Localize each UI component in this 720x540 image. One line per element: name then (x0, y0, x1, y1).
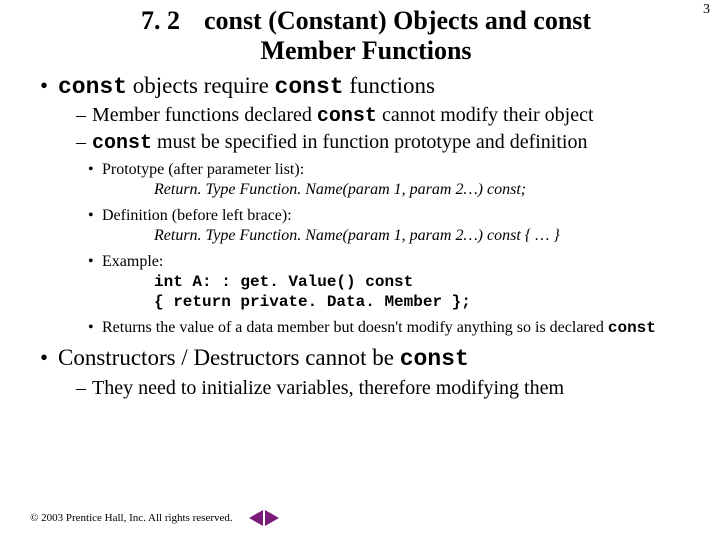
dash-list: Member functions declared const cannot m… (76, 103, 702, 156)
footer: © 2003 Prentice Hall, Inc. All rights re… (30, 510, 279, 526)
text: objects require (127, 73, 275, 98)
dash-item: They need to initialize variables, there… (76, 376, 702, 400)
example-code-line2: { return private. Data. Member }; (154, 292, 702, 312)
prev-icon[interactable] (249, 510, 263, 526)
section-number: 7. 2 (141, 6, 180, 36)
code-const: const (275, 74, 344, 100)
code-const: const (58, 74, 127, 100)
page-number: 3 (703, 2, 710, 18)
bullet-list: const objects require const functions Me… (40, 72, 702, 400)
title-line1: const (Constant) Objects and const (204, 6, 591, 35)
slide-title: 7. 2 const (Constant) Objects and const M… (30, 6, 702, 66)
code-const: const (608, 319, 656, 337)
text: Constructors / Destructors cannot be (58, 345, 400, 370)
label: Example: (102, 253, 163, 270)
prototype-code: Return. Type Function. Name(param 1, par… (154, 180, 702, 200)
definition-code: Return. Type Function. Name(param 1, par… (154, 226, 702, 246)
dash-list: They need to initialize variables, there… (76, 376, 702, 400)
dash-item: Member functions declared const cannot m… (76, 103, 702, 129)
sub-bullet: Returns the value of a data member but d… (88, 318, 702, 338)
text: Member functions declared (92, 104, 317, 126)
code-const: const (400, 346, 469, 372)
sub-bullet-list: Prototype (after parameter list): Return… (88, 160, 702, 338)
sub-bullet: Definition (before left brace): Return. … (88, 206, 702, 246)
example-code-line1: int A: : get. Value() const (154, 272, 702, 292)
label: Prototype (after parameter list): (102, 161, 304, 178)
text: cannot modify their object (377, 104, 594, 126)
sub-bullet: Example: int A: : get. Value() const { r… (88, 252, 702, 312)
code-const: const (92, 132, 152, 155)
copyright-text: © 2003 Prentice Hall, Inc. All rights re… (30, 512, 233, 524)
text: functions (344, 73, 435, 98)
label: Definition (before left brace): (102, 207, 292, 224)
title-line2: Member Functions (260, 36, 471, 65)
nav-arrows (249, 510, 279, 526)
dash-item: const must be specified in function prot… (76, 130, 702, 156)
text: Returns the value of a data member but d… (102, 319, 608, 336)
slide: 3 7. 2 const (Constant) Objects and const… (0, 0, 720, 540)
bullet-2: Constructors / Destructors cannot be con… (40, 344, 702, 400)
sub-bullet: Prototype (after parameter list): Return… (88, 160, 702, 200)
bullet-1: const objects require const functions Me… (40, 72, 702, 339)
next-icon[interactable] (265, 510, 279, 526)
code-const: const (317, 105, 377, 128)
text: must be specified in function prototype … (152, 131, 587, 153)
